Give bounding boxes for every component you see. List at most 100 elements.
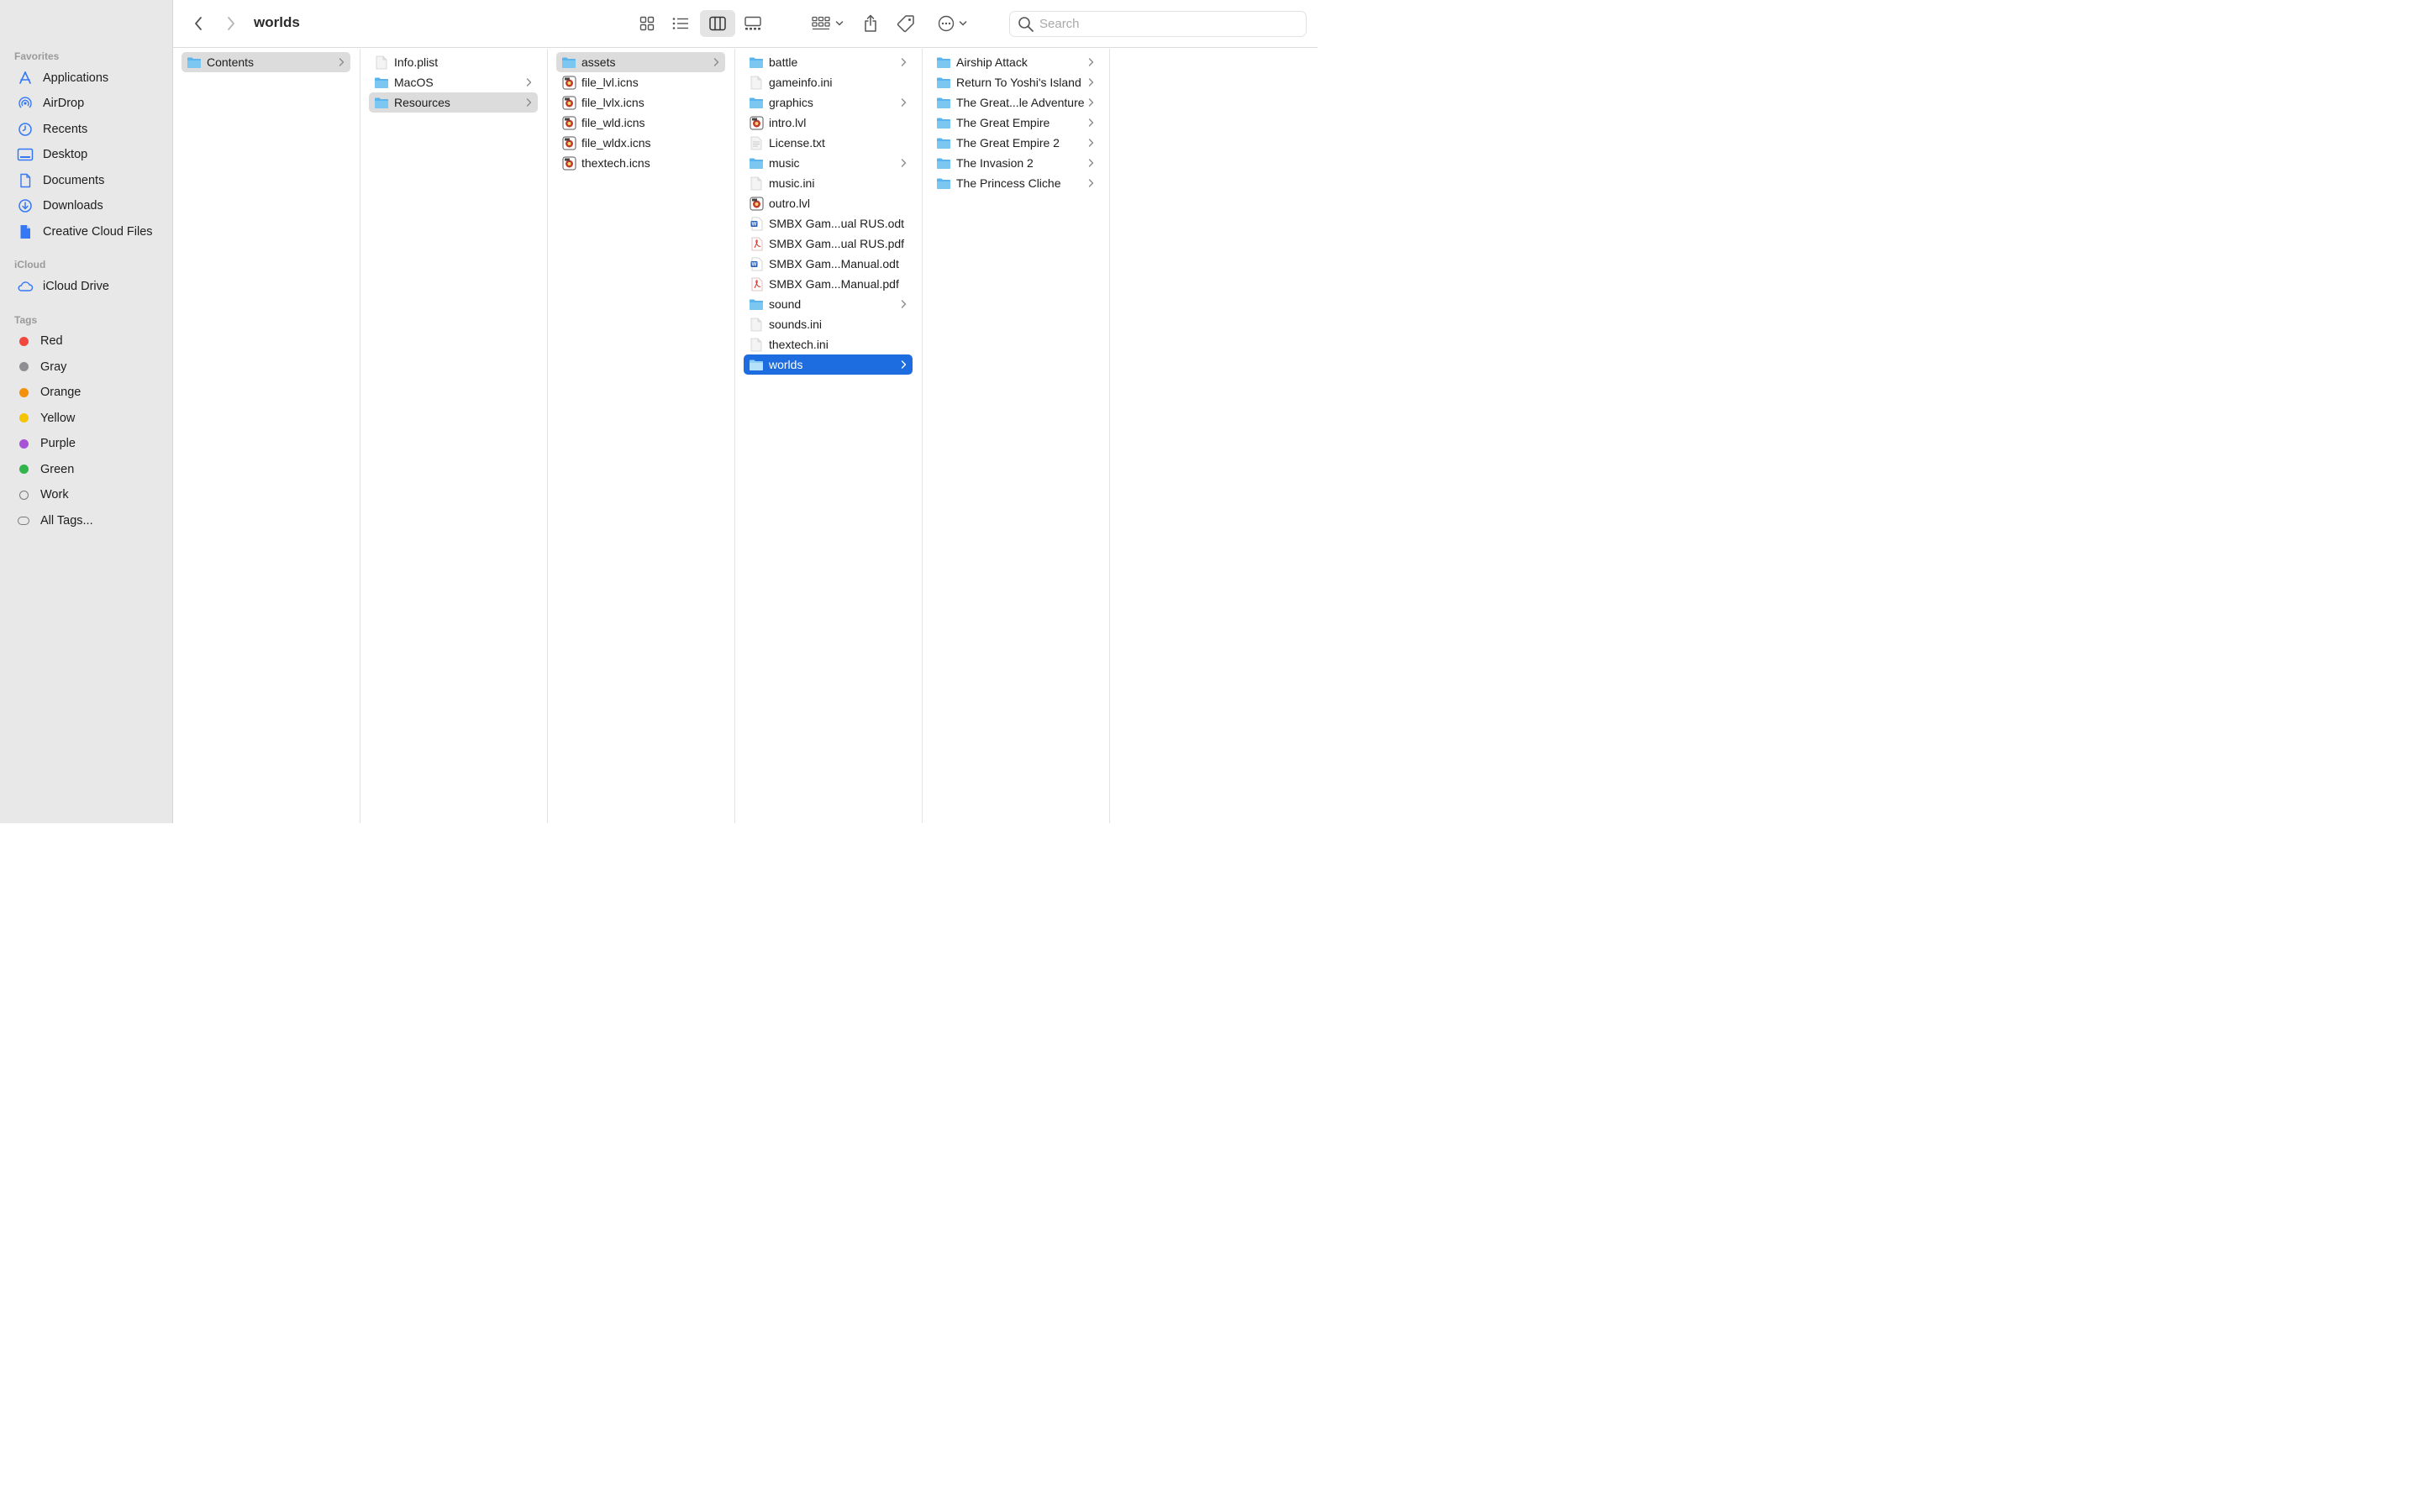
folder-row[interactable]: Airship Attack (931, 52, 1100, 72)
sidebar-item-downloads[interactable]: Downloads (8, 195, 165, 217)
file-icon (749, 136, 764, 150)
file-row[interactable]: file_lvl.icns (556, 72, 725, 92)
icloud-section-label: iCloud (14, 259, 46, 270)
folder-icon (750, 158, 763, 169)
folder-icon (749, 358, 764, 371)
folder-row[interactable]: The Great Empire 2 (931, 133, 1100, 153)
chevron-right-icon (1085, 98, 1097, 107)
tag-item-work[interactable]: Work (8, 484, 165, 506)
file-row[interactable]: Info.plist (369, 52, 538, 72)
gallery-view-button[interactable] (739, 10, 766, 37)
folder-row[interactable]: music (744, 153, 913, 173)
file-icon (749, 197, 764, 210)
sidebar-item-airdrop[interactable]: AirDrop (8, 92, 165, 114)
folder-row[interactable]: Return To Yoshi's Island (931, 72, 1100, 92)
group-by-button[interactable] (808, 10, 847, 37)
more-actions-button[interactable] (933, 10, 971, 37)
sidebar-item-recents[interactable]: Recents (8, 118, 165, 140)
tag-label: Purple (40, 437, 76, 450)
folder-row[interactable]: The Great...le Adventure (931, 92, 1100, 113)
folder-icon (937, 97, 950, 108)
item-name: License.txt (769, 136, 825, 150)
tag-item-yellow[interactable]: Yellow (8, 407, 165, 429)
icon-view-button[interactable] (634, 10, 660, 37)
tag-item-all-tags[interactable]: All Tags... (8, 510, 165, 532)
sidebar-item-label: Applications (43, 71, 109, 85)
folder-row[interactable]: assets (556, 52, 725, 72)
forward-button[interactable] (219, 10, 243, 37)
file-row[interactable]: License.txt (744, 133, 913, 153)
file-row[interactable]: file_wldx.icns (556, 133, 725, 153)
sidebar-item-creative-cloud-files[interactable]: Creative Cloud Files (8, 221, 165, 243)
tag-item-gray[interactable]: Gray (8, 356, 165, 378)
file-row[interactable]: W SMBX Gam...ual RUS.odt (744, 213, 913, 234)
item-name: Airship Attack (956, 55, 1028, 69)
back-button[interactable] (187, 10, 210, 37)
file-row[interactable]: file_wld.icns (556, 113, 725, 133)
folder-row[interactable]: The Invasion 2 (931, 153, 1100, 173)
browser-column: battle gameinfo.ini graphics intro.lvl Licen… (735, 49, 923, 823)
tag-item-red[interactable]: Red (8, 330, 165, 352)
file-row[interactable]: thextech.ini (744, 334, 913, 354)
file-icon (749, 176, 764, 190)
browser-column: Airship Attack Return To Yoshi's Island Th… (923, 49, 1110, 823)
tags-button[interactable] (893, 10, 918, 37)
browser-column: Info.plist MacOS Resources (360, 49, 548, 823)
toolbar: worlds (173, 0, 1318, 48)
folder-row[interactable]: battle (744, 52, 913, 72)
file-row[interactable]: SMBX Gam...ual RUS.pdf (744, 234, 913, 254)
item-name: music (769, 156, 800, 170)
file-row[interactable]: intro.lvl (744, 113, 913, 133)
file-row[interactable]: thextech.icns (556, 153, 725, 173)
folder-row[interactable]: worlds (744, 354, 913, 375)
tag-item-orange[interactable]: Orange (8, 381, 165, 403)
share-button[interactable] (858, 10, 883, 37)
folder-icon (750, 97, 763, 108)
search-field[interactable] (1009, 11, 1307, 37)
search-input[interactable] (1039, 17, 1292, 31)
file-row[interactable]: gameinfo.ini (744, 72, 913, 92)
item-name: SMBX Gam...Manual.pdf (769, 277, 899, 291)
folder-row[interactable]: graphics (744, 92, 913, 113)
sidebar-item-label: Recents (43, 122, 88, 136)
sidebar-item-desktop[interactable]: Desktop (8, 144, 165, 165)
tag-item-purple[interactable]: Purple (8, 433, 165, 454)
file-row[interactable]: file_lvlx.icns (556, 92, 725, 113)
tag-label: Work (40, 488, 69, 501)
sidebar-item-label: AirDrop (43, 97, 85, 110)
file-icon (750, 76, 762, 89)
tag-color-dot (19, 438, 29, 449)
chevron-right-icon (1088, 58, 1093, 66)
file-icon (561, 116, 576, 129)
sidebar-item-applications[interactable]: Applications (8, 67, 165, 89)
file-row[interactable]: sounds.ini (744, 314, 913, 334)
chevron-right-icon (710, 58, 722, 66)
folder-row[interactable]: Contents (182, 52, 350, 72)
folder-icon (749, 96, 764, 109)
sidebar-item-documents[interactable]: Documents (8, 170, 165, 192)
tag-label: Red (40, 334, 63, 348)
folder-row[interactable]: Resources (369, 92, 538, 113)
chevron-right-icon (1088, 98, 1093, 107)
folder-row[interactable]: The Great Empire (931, 113, 1100, 133)
file-row[interactable]: outro.lvl (744, 193, 913, 213)
list-view-button[interactable] (667, 10, 694, 37)
folder-icon (936, 176, 951, 190)
cloud-icon (15, 279, 35, 294)
tag-color-dot (19, 387, 29, 397)
chevron-right-icon (523, 98, 534, 107)
folder-row[interactable]: MacOS (369, 72, 538, 92)
sidebar-item-icloud-drive[interactable]: iCloud Drive (8, 276, 165, 297)
sidebar-item-label: Documents (43, 173, 105, 187)
folder-row[interactable]: sound (744, 294, 913, 314)
file-row[interactable]: SMBX Gam...Manual.pdf (744, 274, 913, 294)
tag-item-green[interactable]: Green (8, 459, 165, 480)
column-view-button[interactable] (700, 10, 735, 37)
game-file-icon (750, 116, 763, 129)
folder-row[interactable]: The Princess Cliche (931, 173, 1100, 193)
favorites-section-label: Favorites (14, 50, 60, 62)
chevron-right-icon (901, 98, 906, 107)
tag-icon (897, 15, 914, 33)
file-row[interactable]: W SMBX Gam...Manual.odt (744, 254, 913, 274)
file-row[interactable]: music.ini (744, 173, 913, 193)
